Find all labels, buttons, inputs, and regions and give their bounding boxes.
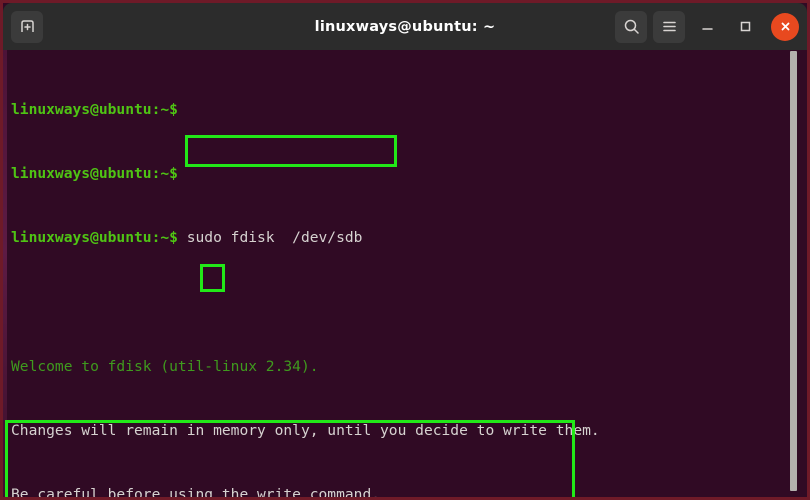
search-button[interactable]: [615, 11, 647, 43]
shell-prompt: linuxways@ubuntu:~$: [11, 165, 178, 182]
terminal-line: linuxways@ubuntu:~$: [11, 99, 781, 120]
terminal-window: linuxways@ubuntu: ~: [0, 0, 810, 500]
terminal-line-blank: [11, 291, 781, 312]
minimize-button[interactable]: [691, 11, 723, 43]
shell-prompt: linuxways@ubuntu:~$: [11, 229, 178, 246]
new-tab-button[interactable]: [11, 11, 43, 43]
terminal-line: Changes will remain in memory only, unti…: [11, 420, 781, 441]
title-bar: linuxways@ubuntu: ~: [3, 3, 807, 50]
fdisk-caution-text: Be careful before using the write comman…: [11, 486, 380, 497]
scrollbar-thumb[interactable]: [790, 51, 797, 491]
title-bar-left-controls: [11, 11, 43, 43]
fdisk-welcome-text: Welcome to fdisk (util-linux 2.34).: [11, 358, 319, 375]
close-button[interactable]: [771, 13, 799, 41]
title-bar-right-controls: [615, 11, 799, 43]
maximize-button[interactable]: [729, 11, 761, 43]
terminal-line: Be careful before using the write comman…: [11, 484, 781, 497]
terminal-line: linuxways@ubuntu:~$ sudo fdisk /dev/sdb: [11, 227, 781, 248]
terminal-left-edge: [3, 50, 7, 497]
terminal-line: linuxways@ubuntu:~$: [11, 163, 781, 184]
terminal-scrollbar[interactable]: [790, 50, 797, 497]
command-input: sudo fdisk /dev/sdb: [178, 229, 363, 246]
terminal-body[interactable]: linuxways@ubuntu:~$ linuxways@ubuntu:~$ …: [3, 50, 807, 497]
hamburger-menu-button[interactable]: [653, 11, 685, 43]
fdisk-warning-text: Changes will remain in memory only, unti…: [11, 422, 600, 439]
terminal-screen[interactable]: linuxways@ubuntu:~$ linuxways@ubuntu:~$ …: [11, 56, 781, 497]
terminal-line: Welcome to fdisk (util-linux 2.34).: [11, 356, 781, 377]
shell-prompt: linuxways@ubuntu:~$: [11, 101, 178, 118]
